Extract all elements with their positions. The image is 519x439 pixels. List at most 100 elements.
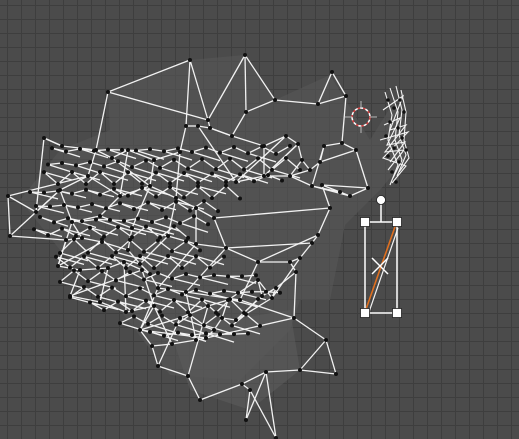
mesh-vertex[interactable] [238,196,242,201]
mesh-vertex[interactable] [58,279,62,284]
mesh-vertex[interactable] [98,214,102,218]
mesh-vertex[interactable] [264,289,268,294]
mesh-vertex[interactable] [168,181,172,186]
mesh-vertex[interactable] [256,297,260,302]
mesh-vertex[interactable] [198,248,202,253]
mesh-vertex[interactable] [42,190,46,195]
mesh-vertex[interactable] [320,183,324,187]
mesh-vertex[interactable] [70,191,74,196]
mesh-vertex[interactable] [116,299,120,304]
mesh-vertex[interactable] [140,181,144,186]
mesh-vertex[interactable] [98,170,102,175]
mesh-vertex[interactable] [126,148,130,152]
mesh-vertex[interactable] [186,374,190,378]
mesh-vertex[interactable] [330,70,334,74]
mesh-vertex[interactable] [196,184,200,189]
mesh-vertex[interactable] [54,254,58,259]
mesh-vertex[interactable] [192,214,196,219]
mesh-vertex[interactable] [234,180,238,184]
mesh-vertex[interactable] [238,298,242,302]
mesh-vertex[interactable] [60,144,64,148]
mesh-vertex[interactable] [122,260,126,264]
mesh-vertex[interactable] [250,289,254,294]
mesh-vertex[interactable] [70,170,74,175]
mesh-vertex[interactable] [274,286,278,290]
mesh-vertex[interactable] [106,266,110,270]
mesh-vertex[interactable] [60,161,64,166]
mesh-vertex[interactable] [72,237,76,242]
mesh-vertex[interactable] [186,166,190,171]
mesh-vertex[interactable] [240,274,244,279]
mesh-vertex[interactable] [158,165,162,170]
mesh-vertex[interactable] [224,246,228,250]
mesh-vertex[interactable] [152,293,156,298]
mesh-vertex[interactable] [152,265,156,270]
mesh-vertex[interactable] [88,160,92,165]
mesh-vertex[interactable] [178,316,182,320]
mesh-vertex[interactable] [140,268,144,272]
mesh-vertex[interactable] [152,304,156,308]
mesh-vertex[interactable] [212,216,216,220]
mesh-vertex[interactable] [222,254,226,259]
mesh-vertex[interactable] [194,287,198,292]
mesh-vertex[interactable] [178,150,182,154]
mesh-vertex[interactable] [58,188,62,192]
mesh-vertex[interactable] [148,147,152,152]
mesh-vertex[interactable] [28,189,32,194]
mesh-vertex[interactable] [148,272,152,276]
mesh-vertex[interactable] [202,199,206,204]
mesh-vertex[interactable] [264,370,268,374]
mesh-vertex[interactable] [176,330,180,335]
mesh-vertex[interactable] [198,275,202,280]
mesh-vertex[interactable] [278,290,282,295]
mesh-vertex[interactable] [196,124,200,128]
mesh-vertex[interactable] [198,398,202,402]
mesh-vertex[interactable] [292,316,296,320]
mesh-vertex[interactable] [130,308,134,313]
mesh-vertex[interactable] [176,146,180,151]
mesh-vertex[interactable] [246,331,250,336]
mesh-vertex[interactable] [194,338,198,342]
mesh-vertex[interactable] [238,172,242,177]
scale-gizmo-icon[interactable] [360,195,402,318]
mesh-vertex[interactable] [172,298,176,303]
mesh-vertex[interactable] [338,190,342,194]
mesh-vertex[interactable] [136,216,140,221]
gizmo-handle-top-right[interactable] [392,217,402,227]
mesh-vertex[interactable] [180,265,184,270]
mesh-vertex[interactable] [174,196,178,200]
mesh-vertex[interactable] [122,218,126,223]
mesh-vertex[interactable] [208,126,212,130]
mesh-vertex[interactable] [132,207,136,212]
mesh-vertex[interactable] [58,250,62,255]
mesh-vertex[interactable] [288,260,292,264]
mesh-vertex[interactable] [214,167,218,172]
mesh-vertex[interactable] [144,224,148,229]
mesh-vertex[interactable] [162,333,166,338]
mesh-vertex[interactable] [232,332,236,337]
mesh-vertex[interactable] [108,217,112,222]
mesh-vertex[interactable] [273,98,277,102]
mesh-vertex[interactable] [110,285,114,290]
mesh-vertex[interactable] [34,210,38,214]
mesh-vertex[interactable] [52,220,56,225]
mesh-vertex[interactable] [148,184,152,188]
editor-viewport[interactable] [0,0,519,439]
mesh-vertex[interactable] [114,250,118,255]
gizmo-handle-top-left[interactable] [360,217,370,227]
mesh-vertex[interactable] [206,304,210,308]
mesh-vertex[interactable] [116,225,120,230]
mesh-vertex[interactable] [144,158,148,163]
mesh-vertex[interactable] [124,310,128,314]
mesh-vertex[interactable] [220,316,224,320]
mesh-vertex[interactable] [94,217,98,222]
mesh-vertex[interactable] [156,238,160,243]
gizmo-rotate-handle[interactable] [376,195,386,205]
mesh-vertex[interactable] [138,286,142,291]
mesh-vertex[interactable] [184,272,188,277]
mesh-vertex[interactable] [86,279,90,284]
mesh-vertex[interactable] [243,53,247,57]
mesh-vertex[interactable] [174,199,178,204]
mesh-vertex[interactable] [154,170,158,175]
mesh-vertex[interactable] [256,156,260,161]
